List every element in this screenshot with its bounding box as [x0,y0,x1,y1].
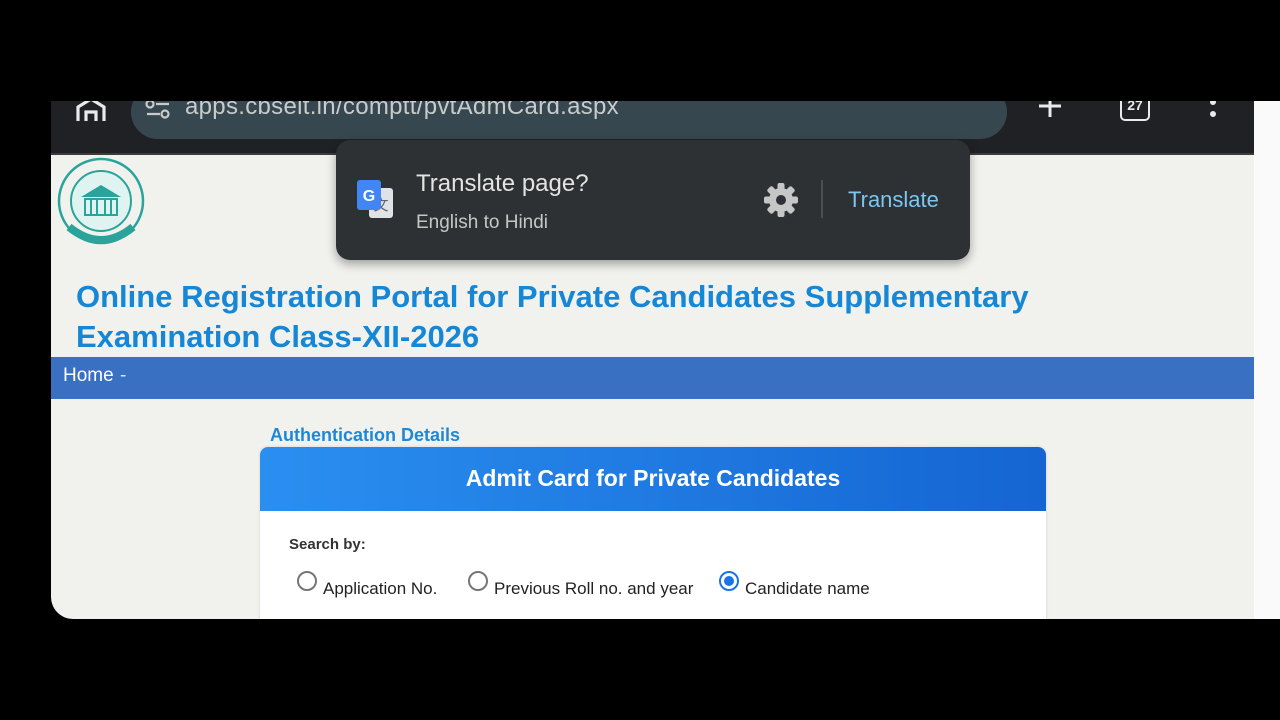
address-bar[interactable]: apps.cbseit.in/comptt/pvtAdmCard.aspx [131,101,1007,139]
screen-edge [1254,101,1280,619]
page-title: Online Registration Portal for Private C… [76,277,1156,357]
radio-label: Previous Roll no. and year [494,579,694,598]
translate-languages: English to Hindi [416,212,549,233]
page-title-line1: Online Registration Portal for Private C… [76,279,1029,314]
page-title-line2: Examination Class-XII-2026 [76,319,480,354]
gear-icon[interactable] [763,182,799,218]
nav-separator: - [120,365,127,386]
popup-divider [821,180,823,218]
admit-card-panel: Admit Card for Private Candidates Search… [260,447,1046,619]
radio-label: Application No. [323,579,438,598]
radio-button-selected[interactable] [719,571,739,591]
tab-switcher-button[interactable]: 27 [1120,101,1150,121]
search-by-label: Search by: [289,536,366,553]
radio-label: Candidate name [745,579,870,598]
more-menu-icon[interactable] [1209,101,1217,123]
translate-title: Translate page? [416,170,589,197]
home-icon[interactable] [75,101,107,121]
radio-application-no[interactable]: Application No. [297,571,457,598]
tab-count: 27 [1127,101,1143,113]
authentication-details-label: Authentication Details [270,425,461,445]
radio-previous-roll[interactable]: Previous Roll no. and year [468,571,708,598]
new-tab-icon[interactable] [1035,101,1065,121]
translate-button[interactable]: Translate [848,187,939,213]
main-navbar: Home - [51,357,1254,399]
radio-button[interactable] [468,571,488,591]
translate-popup: 文 G Translate page? English to Hindi Tra… [336,140,970,260]
radio-button[interactable] [297,571,317,591]
url-text[interactable]: apps.cbseit.in/comptt/pvtAdmCard.aspx [185,101,619,121]
card-title: Admit Card for Private Candidates [465,465,841,491]
radio-candidate-name[interactable]: Candidate name [719,571,889,598]
cbse-logo [57,157,145,245]
card-header: Admit Card for Private Candidates [260,447,1046,511]
google-translate-icon: 文 G [357,180,393,218]
nav-home-link[interactable]: Home [63,365,114,387]
svg-text:G: G [363,188,375,205]
site-info-icon[interactable] [145,101,171,119]
